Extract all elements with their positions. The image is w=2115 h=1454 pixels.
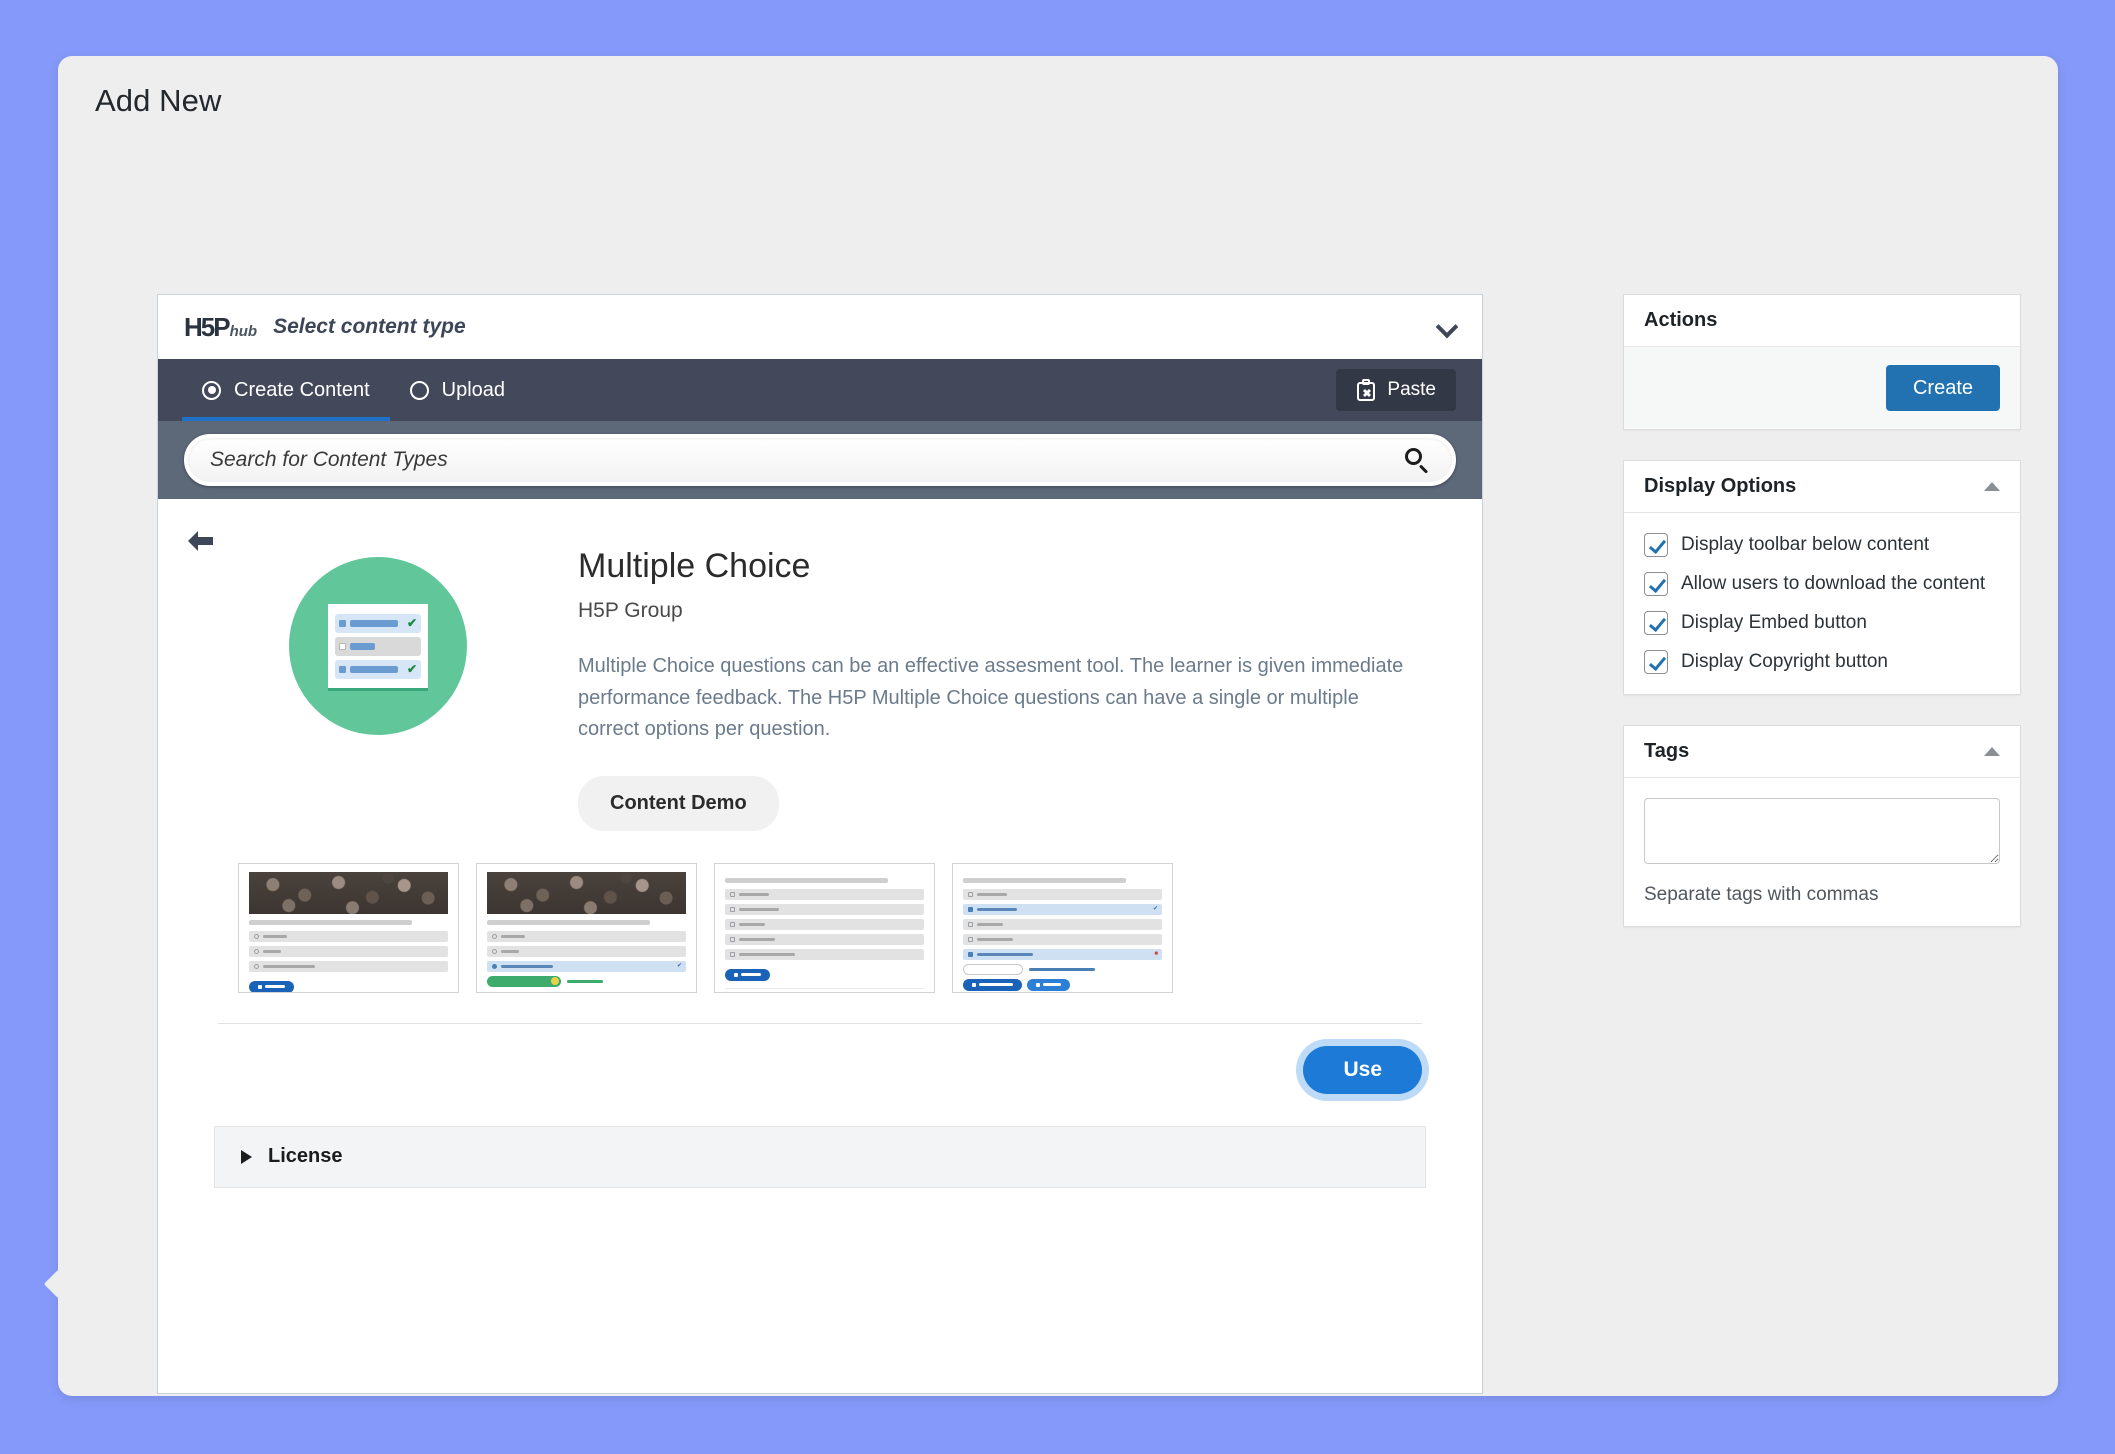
triangle-up-icon[interactable] (1984, 747, 2000, 756)
content-demo-button[interactable]: Content Demo (578, 775, 779, 831)
thumbnail-checkbox-question[interactable] (714, 862, 935, 993)
option-label: Display Copyright button (1681, 651, 1888, 672)
radio-selected-icon (202, 380, 221, 400)
tags-help-text: Separate tags with commas (1644, 884, 1879, 905)
checkbox-checked-icon[interactable] (1644, 533, 1668, 557)
radio-unselected-icon (409, 380, 429, 400)
checkbox-checked-icon[interactable] (1644, 572, 1668, 596)
arrow-left-icon[interactable] (184, 524, 218, 558)
screenshot-thumbnail-strip: ✔ ✔ ■ (188, 831, 1452, 993)
h5p-logo-sub: hub (229, 323, 258, 340)
create-button[interactable]: Create (1885, 365, 2000, 411)
license-accordion[interactable]: License (214, 1125, 1426, 1188)
paste-button-label: Paste (1387, 379, 1436, 400)
content-type-author: H5P Group (578, 599, 683, 623)
actions-panel-body: Create (1624, 347, 2020, 429)
sidebar: Actions Create Display Options Display t… (1623, 294, 2021, 957)
h5p-editor-card: H5P hub Select content type Create Conte… (157, 294, 1483, 1394)
actions-panel-header: Actions (1624, 295, 2020, 347)
tab-create-content-label: Create Content (234, 378, 370, 401)
admin-page-panel: Add New H5P hub Select content type Crea… (43, 56, 2058, 1396)
content-type-detail-panel: ✔ ✔ Multiple Choice H5P Group Multiple C… (158, 499, 1482, 1188)
tags-panel-title: Tags (1644, 740, 1690, 762)
option-label: Display Embed button (1681, 612, 1867, 633)
search-input[interactable] (210, 448, 1394, 472)
checkbox-checked-icon[interactable] (1644, 611, 1668, 635)
tags-input[interactable] (1644, 798, 2000, 864)
thumbnail-blackcurrant-answered[interactable]: ✔ (476, 862, 697, 993)
tags-panel: Tags Separate tags with commas (1623, 725, 2021, 927)
chevron-down-icon[interactable] (1438, 318, 1454, 334)
tab-upload-label: Upload (441, 378, 506, 401)
thumbnail-image (249, 871, 448, 914)
multiple-choice-icon: ✔ ✔ (289, 557, 467, 735)
clipboard-x-icon: ✖ (1356, 379, 1376, 401)
display-options-header[interactable]: Display Options (1624, 461, 2020, 513)
tags-panel-body: Separate tags with commas (1624, 778, 2020, 926)
paste-button[interactable]: ✖ Paste (1336, 369, 1456, 411)
use-button[interactable]: Use (1303, 1045, 1422, 1094)
triangle-up-icon[interactable] (1984, 482, 2000, 491)
thumbnail-image (487, 871, 686, 914)
page-title: Add New (95, 83, 222, 118)
page-columns: H5P hub Select content type Create Conte… (95, 146, 2021, 1394)
checkbox-checked-icon[interactable] (1644, 650, 1668, 674)
actions-panel-title: Actions (1644, 309, 1718, 331)
option-allow-download[interactable]: Allow users to download the content (1644, 572, 2000, 596)
option-label: Display toolbar below content (1681, 534, 1930, 555)
license-label: License (268, 1145, 343, 1168)
content-type-description: Multiple Choice questions can be an effe… (578, 655, 1404, 741)
h5p-hub-logo: H5P hub (184, 314, 257, 340)
search-icon[interactable] (1404, 447, 1430, 474)
search-field[interactable] (184, 434, 1456, 486)
hub-header: H5P hub Select content type (158, 295, 1482, 359)
content-type-title: Multiple Choice (578, 547, 811, 585)
tab-upload[interactable]: Upload (390, 359, 525, 421)
thumbnail-checkbox-result[interactable]: ✔ ■ (952, 862, 1173, 993)
h5p-logo-mark: H5P (184, 312, 231, 342)
display-options-title: Display Options (1644, 475, 1797, 497)
page-edge-notch (43, 1269, 73, 1299)
actions-panel: Actions Create (1623, 294, 2021, 430)
tags-panel-header[interactable]: Tags (1624, 726, 2020, 778)
hub-search-bar (158, 421, 1482, 499)
use-button-row: Use (218, 1022, 1422, 1120)
detail-icon-column: ✔ ✔ (188, 547, 568, 831)
detail-body: ✔ ✔ Multiple Choice H5P Group Multiple C… (188, 525, 1452, 831)
option-display-embed[interactable]: Display Embed button (1644, 611, 2000, 635)
option-display-toolbar[interactable]: Display toolbar below content (1644, 533, 2000, 557)
option-display-copyright[interactable]: Display Copyright button (1644, 650, 2000, 674)
tab-create-content[interactable]: Create Content (182, 359, 390, 421)
hub-header-title: Select content type (273, 315, 466, 338)
display-options-panel: Display Options Display toolbar below co… (1623, 460, 2021, 695)
triangle-right-icon (241, 1149, 252, 1164)
hub-tab-bar: Create Content Upload ✖ Paste (158, 359, 1482, 421)
detail-text-column: Multiple Choice H5P Group Multiple Choic… (568, 547, 1452, 831)
option-label: Allow users to download the content (1681, 573, 1986, 594)
thumbnail-blackcurrant-question[interactable] (238, 862, 459, 993)
display-options-body: Display toolbar below content Allow user… (1624, 513, 2020, 694)
